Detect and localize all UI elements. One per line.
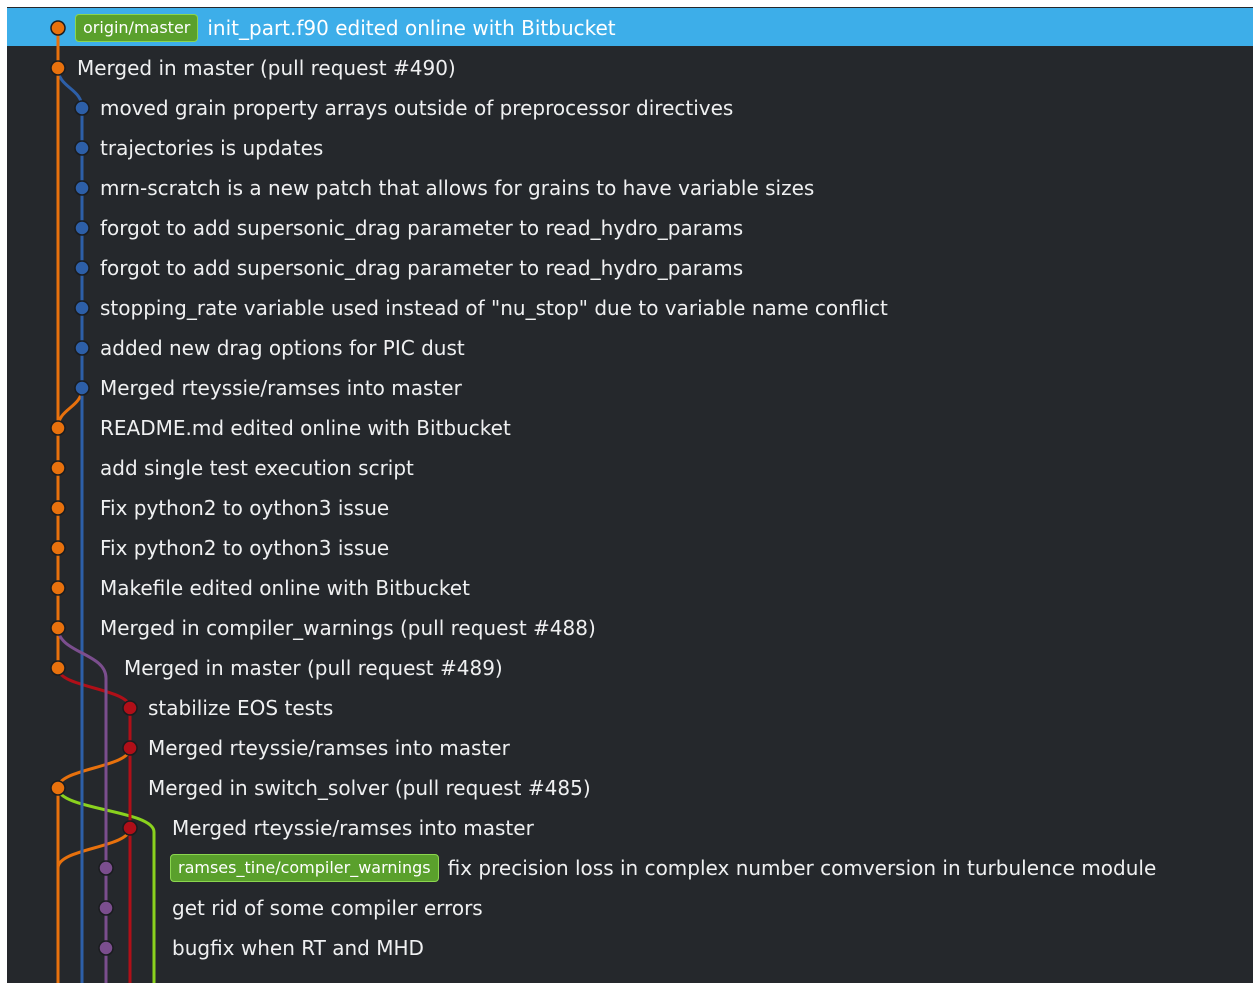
commit-node[interactable] [74, 140, 90, 156]
commit-message: forgot to add supersonic_drag parameter … [100, 216, 744, 240]
commit-message: Fix python2 to oython3 issue [100, 496, 390, 520]
commit-node[interactable] [122, 820, 138, 836]
commit-node[interactable] [74, 100, 90, 116]
commit-message: Merged in master (pull request #490) [77, 56, 456, 80]
commit-message: get rid of some compiler errors [172, 896, 483, 920]
commit-row[interactable]: Makefile edited online with Bitbucket [100, 568, 470, 608]
commit-row[interactable]: trajectories is updates [100, 128, 323, 168]
commit-message: Makefile edited online with Bitbucket [100, 576, 470, 600]
commit-node[interactable] [74, 180, 90, 196]
graph-edge [56, 827, 132, 869]
commit-row[interactable]: add single test execution script [100, 448, 414, 488]
commit-message: init_part.f90 edited online with Bitbuck… [207, 16, 616, 40]
commit-row[interactable]: moved grain property arrays outside of p… [100, 88, 733, 128]
commit-row[interactable]: forgot to add supersonic_drag parameter … [100, 208, 743, 248]
graph-edge [56, 747, 132, 789]
commit-row[interactable]: Merged rteyssie/ramses into master [172, 808, 534, 848]
commit-row[interactable]: origin/master init_part.f90 edited onlin… [75, 8, 616, 48]
commit-message: Merged rteyssie/ramses into master [100, 376, 462, 400]
commit-message: Merged rteyssie/ramses into master [148, 736, 510, 760]
commit-message: Fix python2 to oython3 issue [100, 536, 390, 560]
commit-node[interactable] [50, 780, 66, 796]
commit-node[interactable] [50, 620, 66, 636]
commit-row[interactable]: Merged in compiler_warnings (pull reques… [100, 608, 596, 648]
commit-message: Merged in master (pull request #489) [124, 656, 503, 680]
commit-node[interactable] [122, 700, 138, 716]
commit-row[interactable]: Fix python2 to oython3 issue [100, 528, 389, 568]
commit-message: Merged in compiler_warnings (pull reques… [100, 616, 596, 640]
commit-message: moved grain property arrays outside of p… [100, 96, 734, 120]
commit-node[interactable] [98, 940, 114, 956]
commit-history-panel: origin/master init_part.f90 edited onlin… [7, 7, 1253, 983]
commit-message: Merged rteyssie/ramses into master [172, 816, 534, 840]
commit-row[interactable]: stabilize EOS tests [148, 688, 333, 728]
commit-message: trajectories is updates [100, 136, 324, 160]
commit-row[interactable]: get rid of some compiler errors [172, 888, 483, 928]
commit-node[interactable] [50, 500, 66, 516]
commit-message: stabilize EOS tests [148, 696, 334, 720]
commit-node[interactable] [50, 580, 66, 596]
commit-node[interactable] [50, 660, 66, 676]
commit-row[interactable]: bugfix when RT and MHD [172, 928, 424, 968]
commit-node[interactable] [74, 300, 90, 316]
commit-message: stopping_rate variable used instead of "… [100, 296, 888, 320]
commit-message: bugfix when RT and MHD [172, 936, 424, 960]
commit-row[interactable]: Merged rteyssie/ramses into master [100, 368, 462, 408]
commit-message: README.md edited online with Bitbucket [100, 416, 511, 440]
commit-row[interactable]: README.md edited online with Bitbucket [100, 408, 511, 448]
branch-badge[interactable]: ramses_tine/compiler_warnings [170, 854, 439, 882]
commit-row[interactable]: mrn-scratch is a new patch that allows f… [100, 168, 814, 208]
commit-node[interactable] [98, 860, 114, 876]
commit-node[interactable] [98, 900, 114, 916]
commit-message: forgot to add supersonic_drag parameter … [100, 256, 744, 280]
commit-row[interactable]: Merged rteyssie/ramses into master [148, 728, 510, 768]
commit-message: mrn-scratch is a new patch that allows f… [100, 176, 815, 200]
commit-node[interactable] [50, 20, 66, 36]
commit-node[interactable] [74, 340, 90, 356]
commit-row[interactable]: Merged in master (pull request #490) [77, 48, 456, 88]
commit-node[interactable] [74, 380, 90, 396]
commit-row[interactable]: forgot to add supersonic_drag parameter … [100, 248, 743, 288]
commit-message: Merged in switch_solver (pull request #4… [148, 776, 591, 800]
commit-node[interactable] [50, 60, 66, 76]
commit-node[interactable] [122, 740, 138, 756]
commit-row[interactable]: Fix python2 to oython3 issue [100, 488, 389, 528]
graph-edge [56, 667, 132, 709]
commit-message: add single test execution script [100, 456, 414, 480]
branch-badge[interactable]: origin/master [75, 14, 199, 42]
commit-node[interactable] [74, 220, 90, 236]
commit-message: fix precision loss in complex number com… [447, 856, 1157, 880]
commit-node[interactable] [50, 460, 66, 476]
commit-node[interactable] [50, 540, 66, 556]
commit-row[interactable]: ramses_tine/compiler_warnings fix precis… [170, 848, 1156, 888]
commit-row[interactable]: stopping_rate variable used instead of "… [100, 288, 888, 328]
commit-row[interactable]: Merged in master (pull request #489) [124, 648, 503, 688]
commit-node[interactable] [50, 420, 66, 436]
commit-node[interactable] [74, 260, 90, 276]
commit-row[interactable]: Merged in switch_solver (pull request #4… [148, 768, 591, 808]
commit-message: added new drag options for PIC dust [100, 336, 465, 360]
commit-row[interactable]: added new drag options for PIC dust [100, 328, 465, 368]
